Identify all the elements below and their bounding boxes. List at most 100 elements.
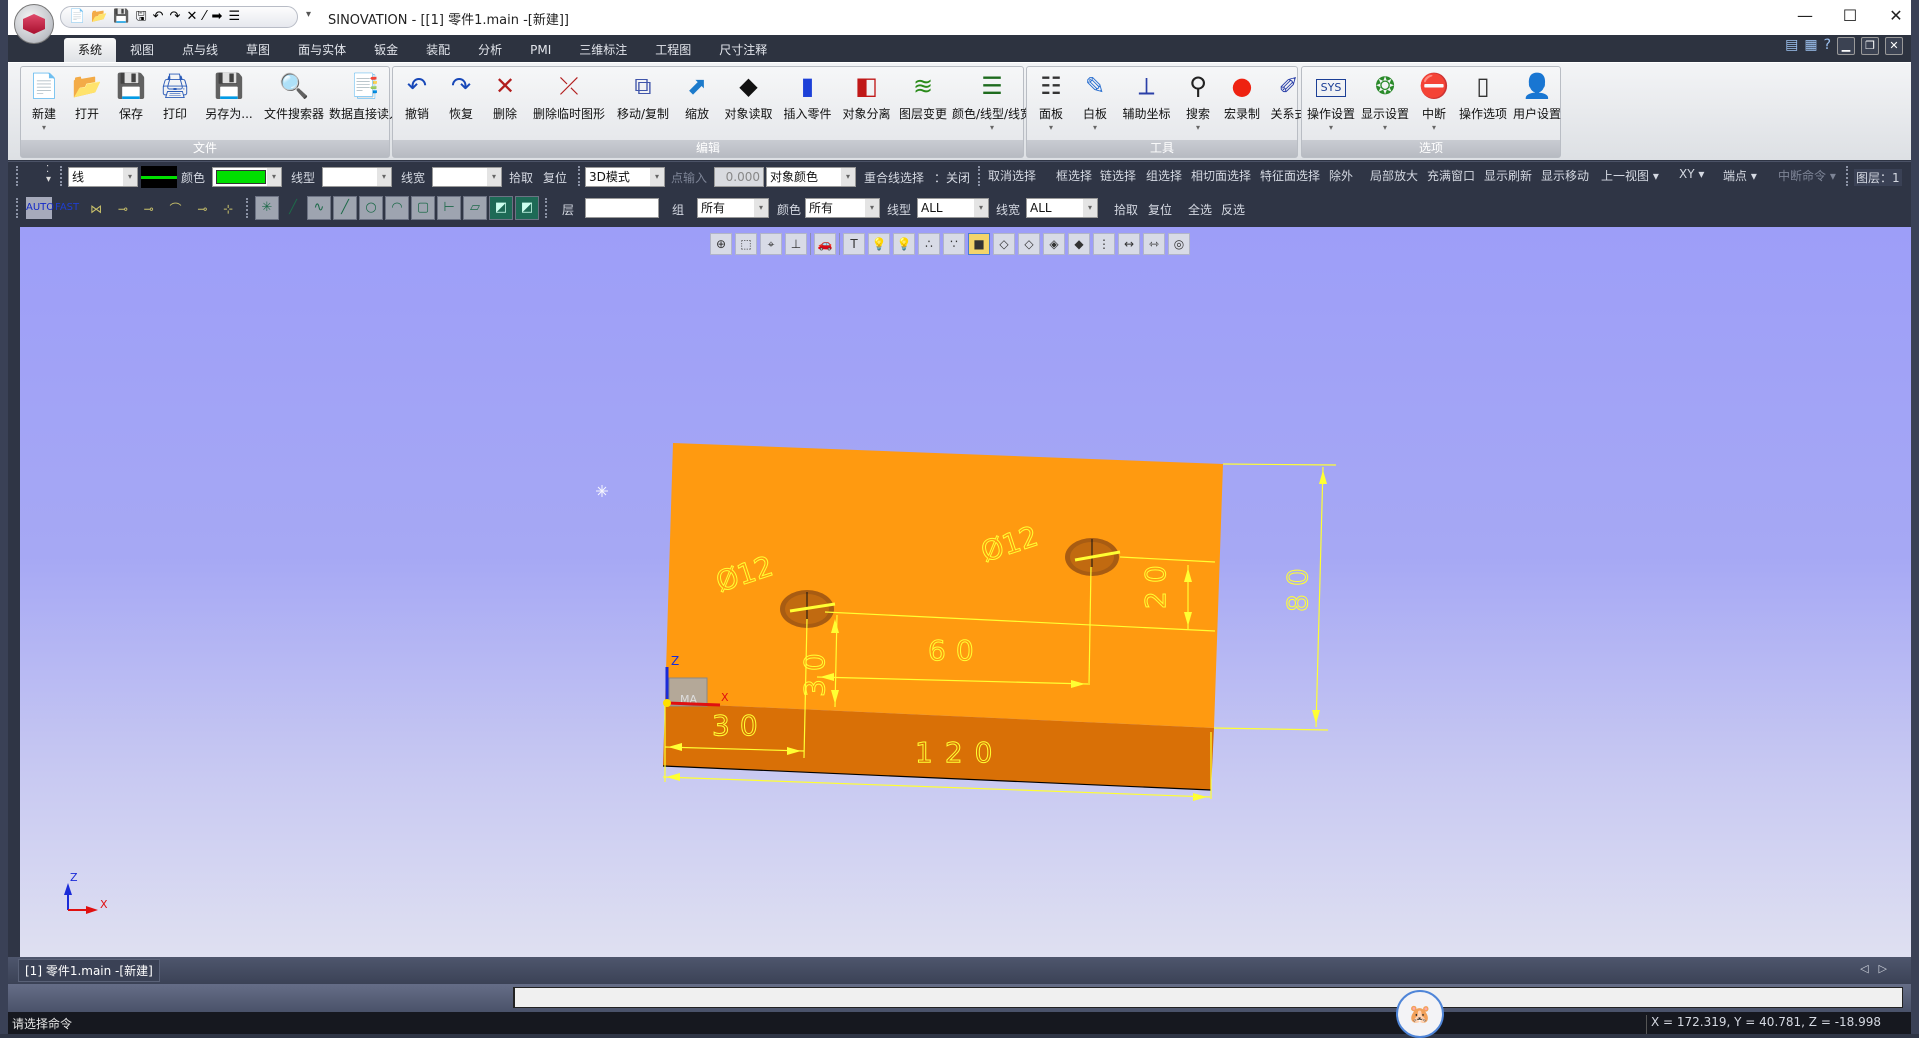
interrupt-command-select[interactable]: 中断命令 ▾ xyxy=(1778,167,1836,184)
invert-select-button[interactable]: 反选 xyxy=(1221,201,1245,218)
tab-10[interactable]: 工程图 xyxy=(641,38,705,62)
spline-tool-icon[interactable]: ∿ xyxy=(307,196,331,220)
toolbar-grip[interactable] xyxy=(246,198,249,218)
auto-snap-toggle[interactable]: AUTO xyxy=(26,197,54,219)
tab-8[interactable]: PMI xyxy=(516,38,565,62)
ribbon-button-aux-coordinate[interactable]: ⟂ 辅助坐标 xyxy=(1119,71,1174,122)
tile-windows-icon[interactable]: ▦ xyxy=(1804,37,1817,55)
ribbon-button-new-document[interactable]: 📄 新建 ▾ xyxy=(25,71,63,132)
help-icon[interactable]: ? xyxy=(1824,37,1831,55)
undo-icon[interactable]: ↶ xyxy=(153,10,164,24)
mdi-restore-button[interactable]: ❐ xyxy=(1861,37,1879,55)
ribbon-button-sys-settings[interactable]: SYS 操作设置 ▾ xyxy=(1306,71,1356,132)
model-canvas[interactable]: Ø12 Ø12 60 20 80 30 30 120 MA Z X Z X xyxy=(20,227,1911,957)
overlap-select-button[interactable]: 重合线选择 xyxy=(864,169,924,186)
filter-reset-button[interactable]: 复位 xyxy=(1148,201,1172,218)
3d-viewport[interactable]: ⊕ ⬚ ⌖ ⊥ 🚗 T 💡 💡 ∴ ∵ ■ ◇ ◇ ◈ ◆ ⋮ ↔ ⇿ ◎ Ø1… xyxy=(20,227,1911,957)
linetype-select[interactable]: ▾ xyxy=(322,167,392,187)
ribbon-button-panel[interactable]: ☷ 面板 ▾ xyxy=(1031,71,1071,132)
ribbon-button-file-search[interactable]: 🔍 文件搜索器 xyxy=(263,71,325,122)
reset-button[interactable]: 复位 xyxy=(543,169,567,186)
ribbon-button-insert-part[interactable]: ▮ 插入零件 xyxy=(780,71,835,122)
app-menu-button[interactable] xyxy=(14,4,54,44)
tab-6[interactable]: 装配 xyxy=(412,38,464,62)
line-tool-icon[interactable]: ╱ xyxy=(281,196,305,220)
layer-icon[interactable]: ☰ xyxy=(228,10,240,24)
close-button[interactable]: ✕ xyxy=(1874,4,1918,28)
tangent-select-button[interactable]: 相切面选择 xyxy=(1191,167,1251,184)
tab-2[interactable]: 点与线 xyxy=(168,38,232,62)
mascot-avatar-icon[interactable]: 🐹 xyxy=(1396,990,1444,1038)
overlap-select-state[interactable]: ：关闭 xyxy=(934,169,970,186)
line-style-preview[interactable] xyxy=(141,166,177,188)
tab-3[interactable]: 草图 xyxy=(232,38,284,62)
circle-tool-icon[interactable]: ○ xyxy=(359,196,383,220)
mode-select[interactable]: 3D模式 ▾ xyxy=(585,167,665,187)
tab-9[interactable]: 三维标注 xyxy=(565,38,641,62)
ribbon-button-undo[interactable]: ↶ 撤销 xyxy=(397,71,437,122)
select-all-button[interactable]: 全选 xyxy=(1188,201,1212,218)
ribbon-button-object-read[interactable]: ◆ 对象读取 xyxy=(721,71,776,122)
linetype-filter-select[interactable]: ALL ▾ xyxy=(917,198,989,218)
color-select[interactable]: ▾ xyxy=(212,167,282,187)
arrow-right-icon[interactable]: ➡ xyxy=(212,10,223,24)
fit-window-button[interactable]: 充满窗口 xyxy=(1427,167,1475,184)
ribbon-button-print[interactable]: 🖨 打印 xyxy=(155,71,195,122)
object-color-select[interactable]: 对象颜色 ▾ xyxy=(766,167,856,187)
pan-button[interactable]: 显示移动 xyxy=(1541,167,1589,184)
snap-select[interactable]: 端点 ▾ xyxy=(1723,167,1757,184)
group-filter-select[interactable]: 所有 ▾ xyxy=(697,198,769,218)
layer-filter-input[interactable] xyxy=(585,198,659,218)
chain-select-button[interactable]: 链选择 xyxy=(1100,167,1136,184)
command-input[interactable] xyxy=(513,987,1903,1008)
ribbon-button-move-copy[interactable]: ⧉ 移动/复制 xyxy=(613,71,673,122)
new-icon[interactable]: 📄 xyxy=(69,10,85,24)
mdi-close-button[interactable]: ✕ xyxy=(1885,37,1903,55)
arc-tool-icon[interactable]: ◠ xyxy=(385,196,409,220)
delete-temp-icon[interactable]: ⁄ xyxy=(203,10,205,24)
maximize-button[interactable]: ☐ xyxy=(1828,4,1872,28)
ribbon-button-macro-record[interactable]: ● 宏录制 xyxy=(1222,71,1262,122)
tab-4[interactable]: 面与实体 xyxy=(284,38,360,62)
ribbon-button-color-linetype[interactable]: ☰ 颜色/线型/线宽 ▾ xyxy=(952,71,1032,132)
ribbon-button-import-data[interactable]: 📑 数据直接读入 xyxy=(329,71,401,122)
feature-select-button[interactable]: 特征面选择 xyxy=(1260,167,1320,184)
plane-select[interactable]: XY ▾ xyxy=(1679,167,1704,181)
mdi-minimize-button[interactable]: ▁ xyxy=(1837,37,1855,55)
ribbon-button-display-settings[interactable]: ❂ 显示设置 ▾ xyxy=(1360,71,1410,132)
save-as-icon[interactable]: 🖫 xyxy=(136,10,147,24)
group-select-button[interactable]: 组选择 xyxy=(1146,167,1182,184)
ribbon-button-save-as[interactable]: 💾 另存为... xyxy=(199,71,259,122)
filter-pick-button[interactable]: 拾取 xyxy=(1114,201,1138,218)
box-select-button[interactable]: 框选择 xyxy=(1056,167,1092,184)
document-tab[interactable]: [1] 零件1.main -[新建] xyxy=(18,959,160,982)
open-icon[interactable]: 📂 xyxy=(91,10,107,24)
customize-qat-icon[interactable]: ▾ xyxy=(306,9,311,20)
ribbon-button-user-settings[interactable]: 👤 用户设置 xyxy=(1512,71,1562,122)
cascade-windows-icon[interactable]: ▤ xyxy=(1785,37,1798,55)
ribbon-button-operation-options[interactable]: ▯ 操作选项 xyxy=(1458,71,1508,122)
tab-5[interactable]: 钣金 xyxy=(360,38,412,62)
filter-b-icon[interactable]: ◩ xyxy=(515,196,539,220)
ribbon-button-save[interactable]: 💾 保存 xyxy=(111,71,151,122)
pick-button[interactable]: 拾取 xyxy=(509,169,533,186)
ribbon-button-stop[interactable]: ⛔ 中断 ▾ xyxy=(1414,71,1454,132)
ribbon-button-delete[interactable]: ✕ 删除 xyxy=(485,71,525,122)
toolbar-grip[interactable] xyxy=(60,166,63,186)
minimize-button[interactable]: — xyxy=(1783,4,1827,28)
toolbar-grip[interactable] xyxy=(16,198,19,218)
snap-mode-icons[interactable]: ⋈ ⊸ ⊸ ⌒ ⊸ ⊹ xyxy=(90,200,239,217)
tab-1[interactable]: 视图 xyxy=(116,38,168,62)
segment-tool-icon[interactable]: ╱ xyxy=(333,196,357,220)
toolbar-grip[interactable] xyxy=(978,166,981,186)
plane-tool-icon[interactable]: ▱ xyxy=(463,196,487,220)
point-tool-icon[interactable]: ✳ xyxy=(255,196,279,220)
tab-11[interactable]: 尺寸注释 xyxy=(705,38,781,62)
save-icon[interactable]: 💾 xyxy=(113,10,129,24)
point-input-field[interactable]: 0.000 xyxy=(714,167,764,187)
ribbon-button-scale[interactable]: ⬈ 缩放 xyxy=(677,71,717,122)
delete-icon[interactable]: ✕ xyxy=(186,10,197,24)
zoom-local-button[interactable]: 局部放大 xyxy=(1370,167,1418,184)
ribbon-button-binoculars[interactable]: ⚲ 搜索 ▾ xyxy=(1178,71,1218,132)
linewidth-select[interactable]: ▾ xyxy=(432,167,502,187)
